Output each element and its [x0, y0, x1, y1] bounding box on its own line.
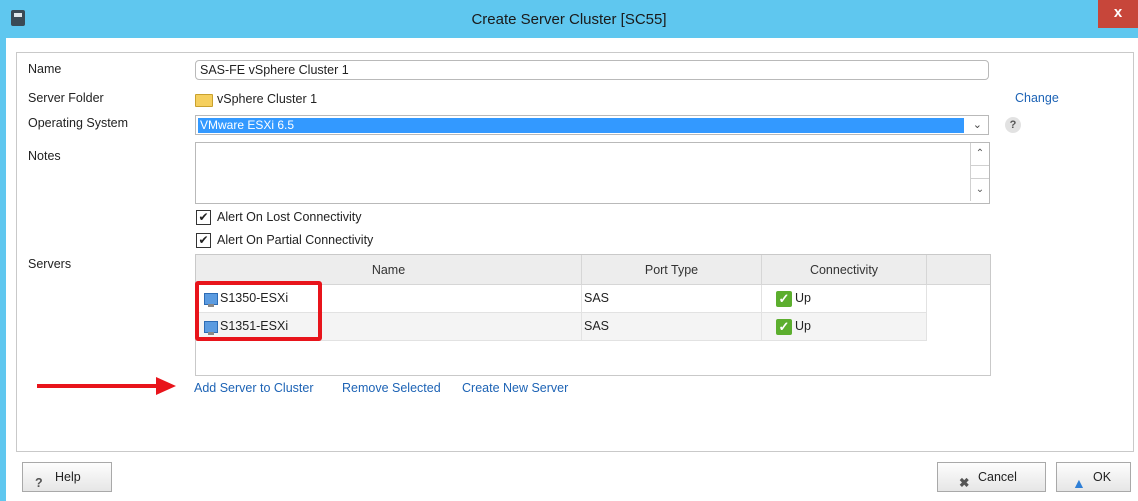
- help-icon[interactable]: ?: [1005, 117, 1021, 133]
- cancel-button[interactable]: ✖ Cancel: [937, 462, 1046, 492]
- name-label: Name: [28, 62, 62, 76]
- help-button-label: Help: [55, 470, 81, 484]
- window-border: [0, 38, 6, 501]
- server-folder-value: vSphere Cluster 1: [217, 92, 318, 106]
- folder-icon: [195, 94, 213, 107]
- alert-lost-connectivity-label: Alert On Lost Connectivity: [217, 210, 362, 224]
- operating-system-value: VMware ESXi 6.5: [198, 118, 964, 133]
- help-question-icon: ?: [35, 476, 43, 490]
- name-input[interactable]: SAS-FE vSphere Cluster 1: [195, 60, 989, 80]
- annotation-arrow-line: [37, 384, 159, 388]
- column-header-connectivity[interactable]: Connectivity: [762, 255, 927, 285]
- servers-label: Servers: [28, 257, 72, 271]
- help-button[interactable]: ? Help: [22, 462, 112, 492]
- remove-selected-link[interactable]: Remove Selected: [342, 381, 441, 395]
- cancel-button-label: Cancel: [978, 470, 1017, 484]
- ok-arrow-icon: ▲: [1072, 475, 1086, 491]
- form-panel: [16, 52, 1134, 452]
- window-title: Create Server Cluster [SC55]: [471, 11, 667, 28]
- scroll-up-icon[interactable]: ⌃: [971, 143, 989, 166]
- cancel-icon: ✖: [959, 476, 970, 490]
- column-header-filler: [927, 255, 990, 285]
- annotation-arrow-head: [156, 377, 176, 395]
- table-row-1-port-type[interactable]: SAS: [582, 285, 762, 313]
- notes-textarea[interactable]: ⌃ ⌄: [195, 142, 990, 204]
- alert-partial-connectivity-checkbox[interactable]: ✔: [196, 233, 211, 248]
- create-new-server-link[interactable]: Create New Server: [462, 381, 568, 395]
- notes-value: [196, 143, 989, 149]
- ok-button-label: OK: [1093, 470, 1112, 484]
- table-row-2-port-type[interactable]: SAS: [582, 313, 762, 341]
- scroll-down-icon[interactable]: ⌄: [971, 178, 989, 201]
- operating-system-label: Operating System: [28, 116, 129, 130]
- chevron-down-icon: ⌄: [972, 119, 982, 131]
- notes-label: Notes: [28, 149, 61, 163]
- column-header-port-type[interactable]: Port Type: [582, 255, 762, 285]
- table-row-1-connectivity[interactable]: Up: [762, 285, 927, 313]
- annotation-highlight-box: [195, 281, 322, 341]
- operating-system-select[interactable]: VMware ESXi 6.5 ⌄: [195, 115, 989, 135]
- alert-lost-connectivity-checkbox[interactable]: ✔: [196, 210, 211, 225]
- ok-button[interactable]: ▲ OK: [1056, 462, 1131, 492]
- add-server-to-cluster-link[interactable]: Add Server to Cluster: [194, 381, 314, 395]
- title-bar: Create Server Cluster [SC55] x: [0, 0, 1138, 38]
- server-folder-label: Server Folder: [28, 91, 104, 105]
- notes-scrollbar[interactable]: ⌃ ⌄: [970, 143, 989, 201]
- alert-partial-connectivity-label: Alert On Partial Connectivity: [217, 233, 374, 247]
- status-up-icon: ✓: [776, 319, 792, 335]
- change-folder-link[interactable]: Change: [1015, 91, 1059, 105]
- close-button[interactable]: x: [1098, 0, 1138, 28]
